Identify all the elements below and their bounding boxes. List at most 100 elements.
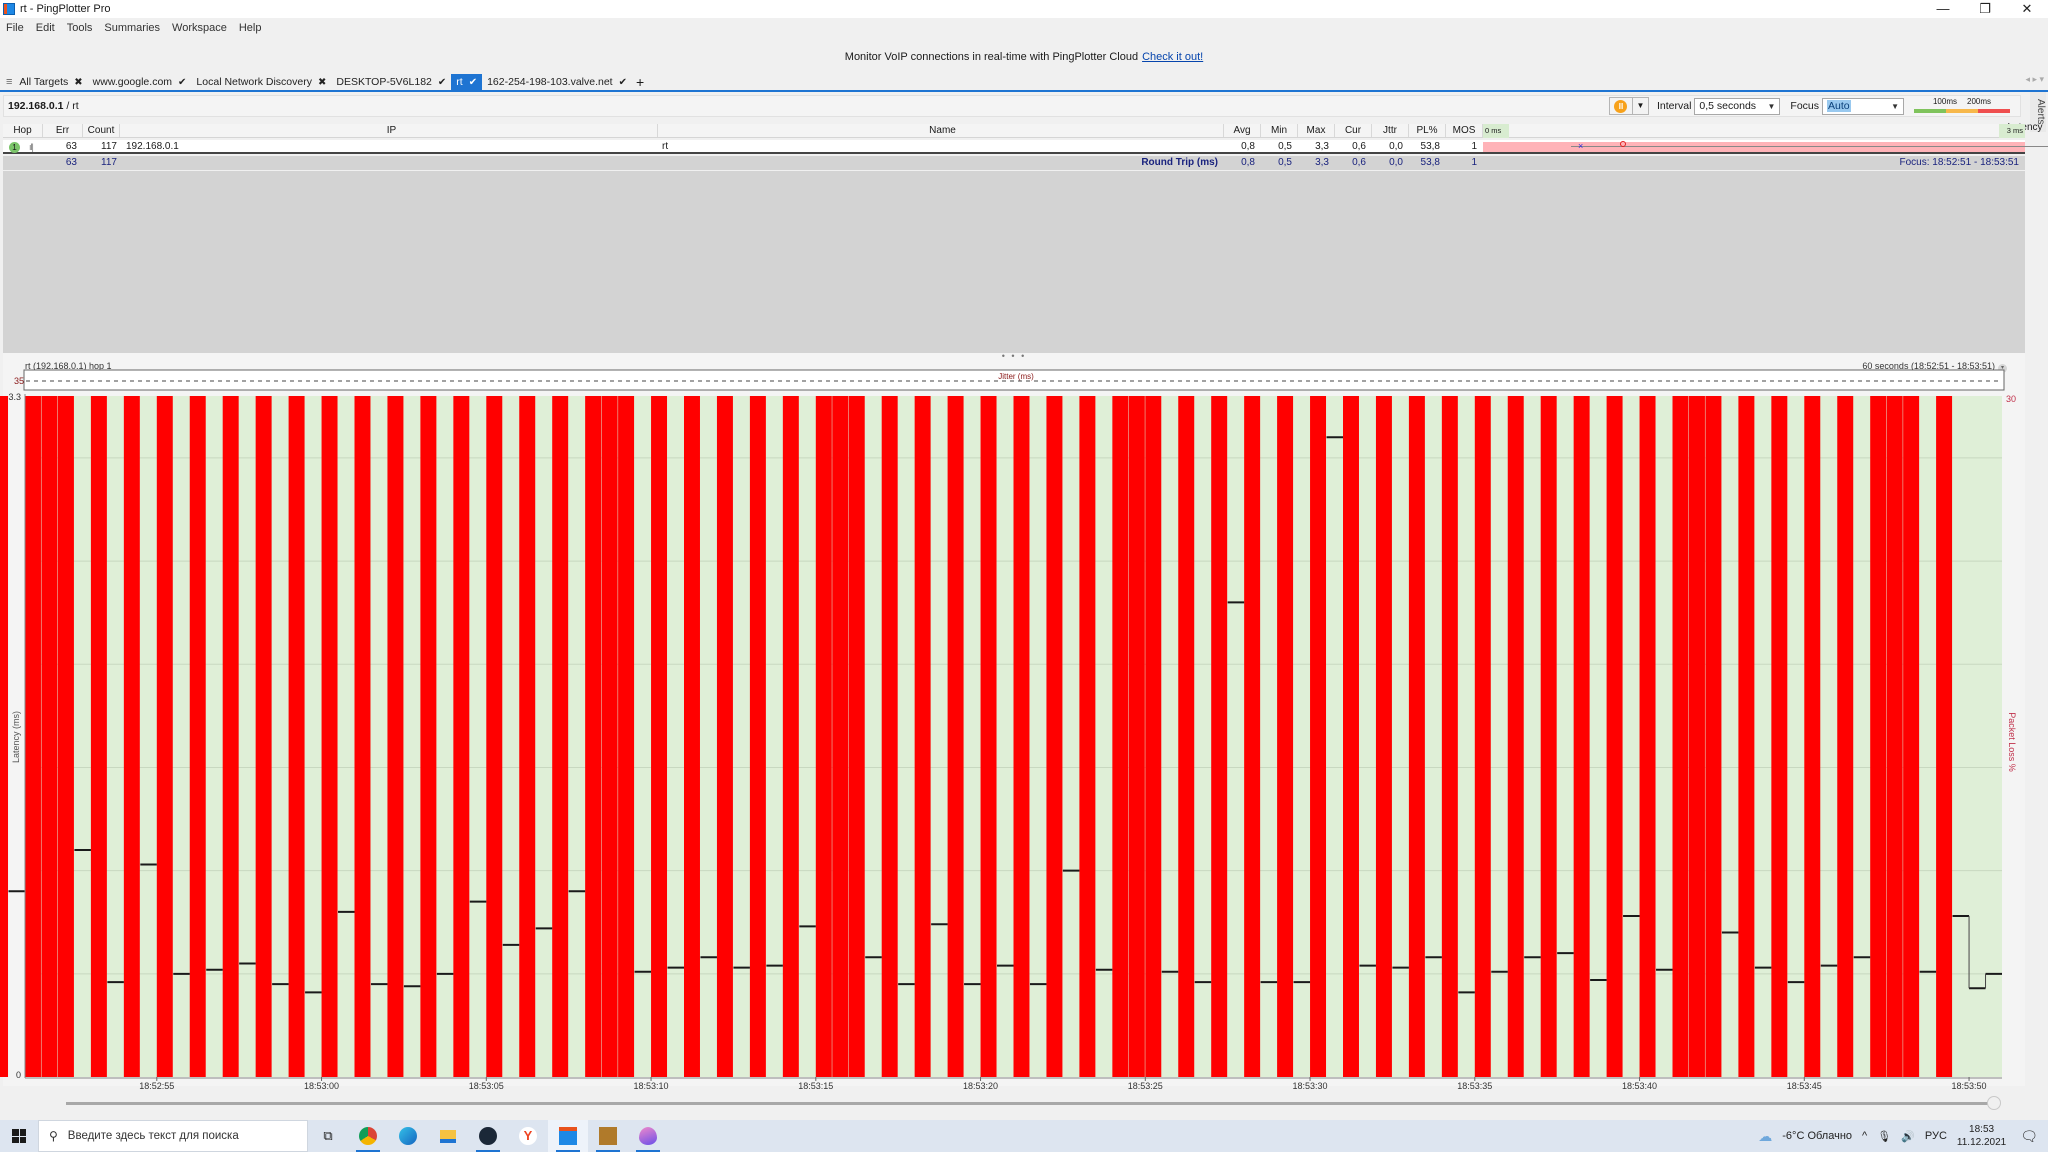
packet-loss-bar: [1639, 396, 1656, 1077]
packet-loss-bar: [57, 396, 74, 1077]
clock[interactable]: 18:53 11.12.2021: [1957, 1123, 2006, 1149]
packet-loss-bar: [387, 396, 404, 1077]
packet-loss-bar: [1310, 396, 1327, 1077]
packet-loss-bar: [1343, 396, 1359, 1077]
packet-loss-bar: [1837, 396, 1854, 1077]
packet-loss-bar: [782, 396, 799, 1077]
packet-loss-bar: [1046, 396, 1063, 1077]
x-tick-label: 18:53:30: [1293, 1081, 1328, 1091]
edge-icon[interactable]: [388, 1120, 428, 1152]
packet-loss-bar: [1672, 396, 1689, 1077]
counter-strike-icon[interactable]: [588, 1120, 628, 1152]
packet-loss-bar: [618, 396, 635, 1077]
x-tick-label: 18:53:25: [1128, 1081, 1163, 1091]
jitter-label: Jitter (ms): [998, 372, 1034, 381]
packet-loss-bar: [1738, 396, 1755, 1077]
packet-loss-bar: [1128, 396, 1145, 1077]
packet-loss-bar: [354, 396, 371, 1077]
packet-loss-bar: [684, 396, 700, 1077]
weather-text[interactable]: -6°C Облачно: [1782, 1130, 1852, 1142]
y-tick-zero: 0: [16, 1070, 21, 1080]
timeline-scrollbar[interactable]: [66, 1102, 1996, 1105]
packet-loss-bar: [881, 396, 898, 1077]
x-tick-label: 18:53:15: [798, 1081, 833, 1091]
packet-loss-bar: [1277, 396, 1294, 1077]
packet-loss-bar: [486, 396, 503, 1077]
jitter-strip: 35 Jitter (ms): [14, 369, 2005, 391]
chrome-icon[interactable]: [348, 1120, 388, 1152]
packet-loss-bar: [1540, 396, 1557, 1077]
system-tray: ☁ -6°C Облачно ^ 🎙 🔊 РУС 18:53 11.12.2021…: [1758, 1120, 2048, 1152]
packet-loss-bar: [1870, 396, 1887, 1077]
x-tick-label: 18:53:40: [1622, 1081, 1657, 1091]
latency-timeline-chart[interactable]: 35 Jitter (ms) 3.3 0 30 Latency (ms) Pac…: [0, 0, 2048, 1100]
tray-overflow-icon[interactable]: ^: [1862, 1130, 1867, 1142]
taskbar-search[interactable]: ⚲ Введите здесь текст для поиска: [38, 1120, 308, 1152]
packet-loss-bar: [1606, 396, 1623, 1077]
packet-loss-bar: [1178, 396, 1195, 1077]
timeline-scroll-thumb[interactable]: [1987, 1096, 2001, 1110]
packet-loss-bar: [189, 396, 206, 1077]
weather-icon: ☁: [1758, 1127, 1773, 1144]
packet-loss-bar: [1375, 396, 1392, 1077]
packet-loss-bar: [222, 396, 239, 1077]
packet-loss-bar: [1408, 396, 1425, 1077]
packet-loss-bar: [90, 396, 107, 1077]
windows-taskbar: ⚲ Введите здесь текст для поиска ⧉ Y ☁ -6…: [0, 1120, 2048, 1152]
packet-loss-bar: [1771, 396, 1788, 1077]
task-view-icon[interactable]: ⧉: [308, 1120, 348, 1152]
packet-loss-bar: [749, 396, 766, 1077]
packet-loss-bar: [1688, 396, 1705, 1077]
microphone-icon[interactable]: 🎙: [1877, 1130, 1891, 1143]
x-tick-label: 18:53:10: [634, 1081, 669, 1091]
packet-loss-bar: [552, 396, 569, 1077]
pingplotter-taskbar-icon[interactable]: [548, 1120, 588, 1152]
x-tick-label: 18:52:55: [139, 1081, 174, 1091]
packet-loss-bar: [321, 396, 338, 1077]
packet-loss-bar: [914, 396, 931, 1077]
packet-loss-bar: [0, 396, 9, 1077]
packet-loss-bar: [1886, 396, 1903, 1077]
packet-loss-bar: [255, 396, 272, 1077]
notifications-icon[interactable]: 🗨: [2020, 1128, 2038, 1145]
packet-loss-bar: [1112, 396, 1129, 1077]
packet-loss-bar: [41, 396, 58, 1077]
windows-logo-icon: [12, 1129, 26, 1143]
packet-loss-bar: [156, 396, 173, 1077]
x-tick-label: 18:53:35: [1457, 1081, 1492, 1091]
packet-loss-bar: [601, 396, 618, 1077]
packet-loss-max-label: 30: [2006, 394, 2016, 404]
packet-loss-bar: [1079, 396, 1096, 1077]
packet-loss-bar: [1441, 396, 1458, 1077]
x-tick-label: 18:53:00: [304, 1081, 339, 1091]
packet-loss-bar: [25, 396, 41, 1077]
paint-icon[interactable]: [628, 1120, 668, 1152]
y-tick-max: 3.3: [8, 392, 21, 402]
packet-loss-bar: [1474, 396, 1491, 1077]
packet-loss-bar: [420, 396, 437, 1077]
packet-loss-bar: [947, 396, 964, 1077]
start-button[interactable]: [0, 1120, 38, 1152]
packet-loss-bar: [1705, 396, 1722, 1077]
packet-loss-bar: [651, 396, 668, 1077]
packet-loss-bar: [1507, 396, 1524, 1077]
packet-loss-bar: [848, 396, 865, 1077]
packet-loss-bar: [980, 396, 997, 1077]
packet-loss-bar: [1211, 396, 1228, 1077]
language-indicator[interactable]: РУС: [1925, 1130, 1947, 1142]
packet-loss-bar: [519, 396, 536, 1077]
search-icon: ⚲: [49, 1129, 58, 1143]
volume-icon[interactable]: 🔊: [1901, 1130, 1915, 1143]
packet-loss-bar: [1903, 396, 1920, 1077]
packet-loss-bar: [1573, 396, 1590, 1077]
x-tick-label: 18:53:20: [963, 1081, 998, 1091]
packet-loss-bar: [585, 396, 602, 1077]
steam-icon[interactable]: [468, 1120, 508, 1152]
packet-loss-bar: [815, 396, 832, 1077]
file-explorer-icon[interactable]: [428, 1120, 468, 1152]
packet-loss-bar: [453, 396, 470, 1077]
packet-loss-bar: [832, 396, 849, 1077]
packet-loss-bar: [1244, 396, 1261, 1077]
y-axis-label: Latency (ms): [11, 711, 21, 763]
yandex-browser-icon[interactable]: Y: [508, 1120, 548, 1152]
